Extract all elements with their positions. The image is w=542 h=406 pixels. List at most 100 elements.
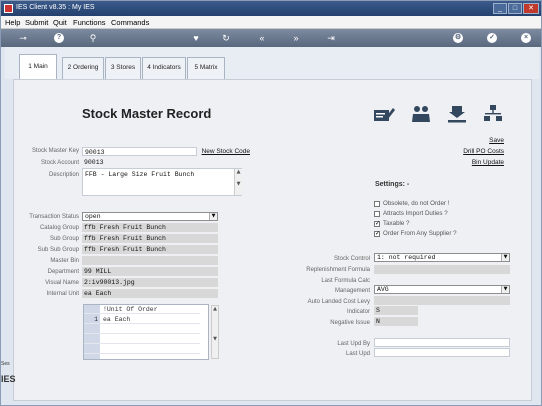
description-field[interactable]: FFB - Large Size Fruit Bunch <box>82 168 242 196</box>
auto-landed-cost-levy-field[interactable] <box>374 296 510 305</box>
department-field[interactable]: 99 MILL <box>82 267 218 276</box>
sub-group-label: Sub Group <box>49 236 79 242</box>
chevron-down-icon: ▼ <box>209 213 217 220</box>
tab-indicators[interactable]: 4 Indicators <box>142 57 186 79</box>
obsolete-label: Obsolete, do not Order ! <box>383 200 450 207</box>
tab-ordering[interactable]: 2 Ordering <box>62 57 104 79</box>
taxable-check-box[interactable]: ✓ <box>374 221 380 227</box>
import-duties-label: Attracts Import Duties ? <box>383 210 448 217</box>
menu-commands[interactable]: Commands <box>111 18 149 27</box>
internal-unit-field[interactable]: ea Each <box>82 289 218 298</box>
menu-help[interactable]: Help <box>5 18 20 27</box>
transaction-status-value: open <box>85 213 101 220</box>
management-select[interactable]: AVG ▼ <box>374 285 510 294</box>
hierarchy-icon[interactable] <box>482 104 504 124</box>
stock-control-select[interactable]: 1: not required ▼ <box>374 253 510 262</box>
table-row[interactable]: 1 ea Each <box>84 315 200 324</box>
stock-master-key-label: Stock Master Key <box>31 148 79 154</box>
grid-header: !Unit Of Order <box>103 306 158 313</box>
close-window-button[interactable]: ✕ <box>523 3 539 14</box>
bin-update-link[interactable]: Bin Update <box>454 159 504 166</box>
menu-bar: Help Submit Quit Functions Commands <box>1 16 541 29</box>
row-index: 1 <box>94 316 98 323</box>
search-icon[interactable]: ⚲ <box>86 32 100 44</box>
stock-control-label: Stock Control <box>333 256 370 262</box>
replenishment-formula-label: Replenishment Formula <box>306 267 370 273</box>
chevron-down-icon: ▼ <box>501 286 509 293</box>
description-scrollbar[interactable]: ▲ ▼ <box>234 169 242 195</box>
table-row-empty[interactable] <box>84 325 200 334</box>
new-stock-code-link[interactable]: New Stock Code <box>200 148 250 155</box>
title-bar: IES Client v8.35 : My IES _ □ ✕ <box>1 1 541 16</box>
replenishment-formula-field[interactable] <box>374 265 510 274</box>
side-logo-small: Ses <box>1 361 10 367</box>
skip-forward-icon[interactable]: ⇥ <box>324 32 338 44</box>
visual-name-field[interactable]: 2:iv90013.jpg <box>82 278 218 287</box>
rewind-icon[interactable]: « <box>255 32 269 44</box>
help-icon[interactable]: ? <box>54 33 64 43</box>
users-icon[interactable] <box>410 104 432 124</box>
catalog-group-field[interactable]: ffb Fresh Fruit Bunch <box>82 223 218 232</box>
maximize-button[interactable]: □ <box>508 3 522 14</box>
fast-forward-icon[interactable]: » <box>289 32 303 44</box>
management-label: Management <box>334 288 370 294</box>
settings-icon[interactable]: ⚙ <box>453 33 463 43</box>
settings-title: Settings: - <box>375 181 410 188</box>
check-icon[interactable]: ✓ <box>487 33 497 43</box>
master-bin-label: Master Bin <box>50 258 79 264</box>
transaction-status-label: Transaction Status <box>29 214 79 220</box>
tab-stores[interactable]: 3 Stores <box>105 57 141 79</box>
window-title: IES Client v8.35 : My IES <box>16 4 95 11</box>
last-formula-calc-label: Last Formula Calc <box>321 278 370 284</box>
minimize-button[interactable]: _ <box>493 3 507 14</box>
drill-po-costs-link[interactable]: Drill PO Costs <box>434 148 504 155</box>
catalog-group-label: Catalog Group <box>39 225 79 231</box>
refresh-icon[interactable]: ↻ <box>219 32 233 44</box>
key-icon[interactable]: ⊸ <box>16 32 30 44</box>
heart-icon[interactable]: ♥ <box>189 32 203 44</box>
menu-functions[interactable]: Functions <box>73 18 106 27</box>
tab-matrix[interactable]: 5 Matrix <box>187 57 225 79</box>
negative-issue-field[interactable]: N <box>374 317 418 326</box>
stock-control-value: 1: not required <box>377 254 436 261</box>
stock-master-key-field[interactable]: 90013 <box>82 147 197 156</box>
edit-card-icon[interactable] <box>373 104 395 124</box>
sub-group-field[interactable]: ffb Fresh Fruit Bunch <box>82 234 218 243</box>
close-icon[interactable]: × <box>521 33 531 43</box>
last-formula-calc-field <box>374 276 510 285</box>
transaction-status-select[interactable]: open ▼ <box>82 212 218 221</box>
taxable-label: Taxable ? <box>383 220 410 227</box>
menu-submit[interactable]: Submit <box>25 18 48 27</box>
master-bin-field[interactable] <box>82 256 218 265</box>
tab-main[interactable]: 1 Main <box>19 54 57 80</box>
indicator-field[interactable]: S <box>374 306 418 315</box>
side-logo: Ses IES <box>1 361 16 401</box>
unit-of-order-grid[interactable]: !Unit Of Order 1 ea Each ▲ ▼ <box>83 304 219 360</box>
grid-scrollbar[interactable]: ▲ ▼ <box>211 305 219 359</box>
auto-landed-cost-levy-label: Auto Landed Cost Levy <box>307 299 370 305</box>
page-title: Stock Master Record <box>82 106 212 121</box>
any-supplier-check-box[interactable]: ✓ <box>374 231 380 237</box>
table-row-empty[interactable] <box>84 345 200 354</box>
description-label: Description <box>48 172 79 178</box>
department-label: Department <box>47 269 79 275</box>
table-row-empty[interactable] <box>84 335 200 344</box>
row-value[interactable]: ea Each <box>103 315 130 324</box>
sub-sub-group-label: Sub Sub Group <box>37 247 79 253</box>
chevron-down-icon: ▼ <box>501 254 509 261</box>
sub-sub-group-field[interactable]: ffb Fresh Fruit Bunch <box>82 245 218 254</box>
main-panel: Stock Master Record Save Drill PO Costs … <box>13 79 532 401</box>
side-logo-big: IES <box>1 374 16 384</box>
menu-quit[interactable]: Quit <box>53 18 67 27</box>
last-upd-by-label: Last Upd By <box>337 341 370 347</box>
negative-issue-label: Negative Issue <box>330 320 370 326</box>
management-value: AVG <box>377 286 389 293</box>
import-duties-check-box[interactable] <box>374 211 380 217</box>
download-icon[interactable] <box>446 104 468 124</box>
obsolete-check-box[interactable] <box>374 201 380 207</box>
last-upd-label: Last Upd <box>345 351 370 357</box>
save-link[interactable]: Save <box>474 137 504 144</box>
stock-account-field: 90013 <box>84 159 104 166</box>
grid-header-row: !Unit Of Order <box>84 305 200 314</box>
app-window: IES Client v8.35 : My IES _ □ ✕ Help Sub… <box>0 0 542 406</box>
